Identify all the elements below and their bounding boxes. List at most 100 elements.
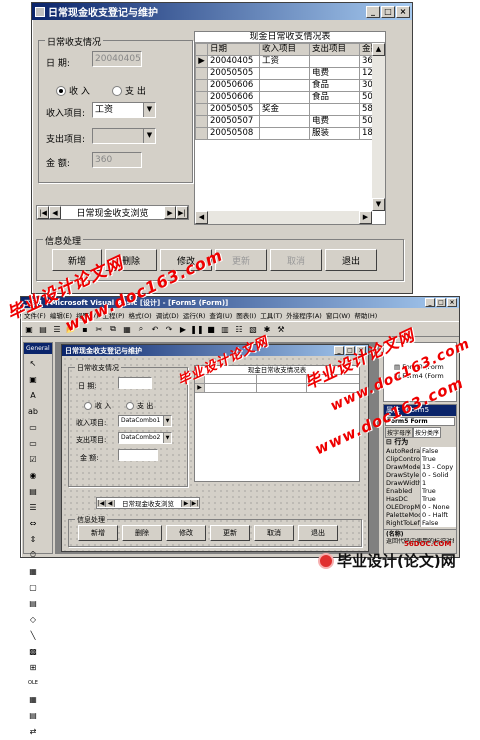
run-icon[interactable]: ▶ [177, 323, 189, 335]
table-cell[interactable]: 食品 [309, 91, 360, 104]
property-row[interactable]: HasDC True [384, 495, 456, 503]
property-value[interactable]: 0 - None [420, 503, 456, 511]
table-cell[interactable] [309, 55, 360, 68]
property-row[interactable]: Enabled True [384, 487, 456, 495]
ide-close-button[interactable]: × [447, 298, 457, 307]
grid-vscrollbar[interactable]: ▲ ▼ [372, 43, 385, 211]
col-date[interactable]: 日期 [207, 43, 260, 56]
cancel-button[interactable]: 取消 [270, 249, 322, 271]
row-selector[interactable] [195, 79, 208, 92]
table-cell[interactable]: 20040405 [207, 55, 260, 68]
table-cell[interactable]: 电费 [309, 115, 360, 128]
table-row[interactable]: ▶ 20040405 工资 360 [195, 55, 384, 68]
menu-item[interactable]: 图表(I) [236, 310, 256, 320]
timer-icon[interactable]: ⏱ [26, 548, 40, 562]
chevron-down-icon[interactable]: ▼ [143, 103, 155, 117]
tab-alphabetic[interactable]: 按字母序 [385, 427, 414, 438]
property-row[interactable]: OLEDropMode0 - None [384, 503, 456, 511]
table-cell[interactable]: 20050505 [207, 103, 260, 116]
grid-icon[interactable]: ▦ [26, 692, 40, 706]
d-amount-input[interactable] [118, 449, 158, 461]
redo-icon[interactable]: ↷ [163, 323, 175, 335]
properties-icon[interactable]: ☷ [233, 323, 245, 335]
scroll-left-icon[interactable]: ◀ [195, 211, 208, 224]
property-value[interactable]: True [420, 455, 456, 463]
table-cell[interactable]: 服装 [309, 127, 360, 140]
textbox-icon[interactable]: ab [26, 404, 40, 418]
property-value[interactable]: True [420, 495, 456, 503]
scroll-right-icon[interactable]: ▶ [359, 211, 372, 224]
undo-icon[interactable]: ↶ [149, 323, 161, 335]
d-records-grid[interactable]: 现金日常收支情况表 ▶ [194, 365, 360, 482]
d-exit-button[interactable]: 退出 [298, 525, 338, 541]
adodc-icon[interactable]: ⇄ [26, 724, 40, 738]
first-record-button[interactable]: |◀ [37, 206, 49, 219]
minimize-button[interactable]: _ [366, 5, 380, 18]
pointer-icon[interactable]: ↖ [26, 356, 40, 370]
chevron-down-icon[interactable]: ▼ [143, 129, 155, 143]
property-value[interactable]: True [420, 487, 456, 495]
table-cell[interactable]: 20050606 [207, 79, 260, 92]
picture-icon[interactable]: ▣ [26, 372, 40, 386]
d-next-icon[interactable]: ▶ [181, 499, 190, 507]
property-value[interactable]: 13 - Copy [420, 463, 456, 471]
property-row[interactable]: RightToLeft False [384, 519, 456, 527]
next-record-button[interactable]: ▶ [164, 206, 176, 219]
d-edit-button[interactable]: 修改 [166, 525, 206, 541]
ole-icon[interactable]: OLE [26, 676, 40, 690]
chevron-down-icon[interactable]: ▼ [163, 416, 171, 426]
property-row[interactable]: ClipControlsTrue [384, 455, 456, 463]
menu-item[interactable]: 工具(T) [260, 310, 282, 320]
maximize-button[interactable]: □ [381, 5, 395, 18]
add-form-icon[interactable]: ▤ [37, 323, 49, 335]
property-row[interactable]: DrawWidth 1 [384, 479, 456, 487]
menu-item[interactable]: 窗口(W) [326, 310, 351, 320]
d-radio-income[interactable]: 收 入 [84, 401, 111, 411]
property-row[interactable]: DrawMode 13 - Copy [384, 463, 456, 471]
menu-item[interactable]: 运行(R) [183, 310, 206, 320]
cut-icon[interactable]: ✂ [93, 323, 105, 335]
table-row[interactable]: 20050606 食品 50 [195, 91, 384, 104]
scroll-up-icon[interactable]: ▲ [372, 43, 385, 56]
d-last-icon[interactable]: ▶| [190, 499, 199, 507]
table-cell[interactable]: 20050505 [207, 67, 260, 80]
copy-icon[interactable]: ⧉ [107, 323, 119, 335]
table-cell[interactable] [309, 103, 360, 116]
row-selector[interactable] [195, 103, 208, 116]
hscroll-icon[interactable]: ⇔ [26, 516, 40, 530]
d-first-icon[interactable]: |◀ [97, 499, 106, 507]
pause-icon[interactable]: ❚❚ [190, 323, 203, 335]
menu-item[interactable]: 调试(D) [156, 310, 179, 320]
drive-icon[interactable]: ▦ [26, 564, 40, 578]
shape-icon[interactable]: ◇ [26, 612, 40, 626]
menu-editor-icon[interactable]: ☰ [51, 323, 63, 335]
amount-input[interactable]: 360 [92, 152, 142, 168]
property-row[interactable]: PaletteMode0 - Halft [384, 511, 456, 519]
d-delete-button[interactable]: 删除 [122, 525, 162, 541]
table-cell[interactable] [259, 67, 310, 80]
menu-item[interactable]: 查询(U) [209, 310, 232, 320]
add-project-icon[interactable]: ▣ [23, 323, 35, 335]
table-cell[interactable] [259, 115, 310, 128]
property-row[interactable]: AutoRedrawFalse [384, 447, 456, 455]
image-icon[interactable]: ▩ [26, 644, 40, 658]
table-cell[interactable]: 20050508 [207, 127, 260, 140]
scroll-down-icon[interactable]: ▼ [372, 198, 385, 211]
stop-icon[interactable]: ■ [205, 323, 217, 335]
table-cell[interactable]: 20050606 [207, 91, 260, 104]
row-selector[interactable] [195, 127, 208, 140]
table-row[interactable]: 20050505 奖金 580 [195, 103, 384, 116]
table-row[interactable]: 20050505 电费 128 [195, 67, 384, 80]
table-row[interactable]: 20050606 食品 300 [195, 79, 384, 92]
col-income[interactable]: 收入项目 [259, 43, 310, 56]
date-input[interactable]: 20040405 [92, 51, 142, 67]
toolbox-icon[interactable]: ⚒ [275, 323, 287, 335]
chevron-down-icon[interactable]: ▼ [163, 433, 171, 443]
prev-record-button[interactable]: ◀ [49, 206, 61, 219]
menu-item[interactable]: 外接程序(A) [286, 310, 322, 320]
table-row[interactable]: 20050508 服装 180 [195, 127, 384, 140]
d-prev-icon[interactable]: ◀ [106, 499, 115, 507]
data-icon[interactable]: ⊞ [26, 660, 40, 674]
d-date-input[interactable] [118, 377, 152, 389]
property-value[interactable]: 1 [420, 479, 456, 487]
